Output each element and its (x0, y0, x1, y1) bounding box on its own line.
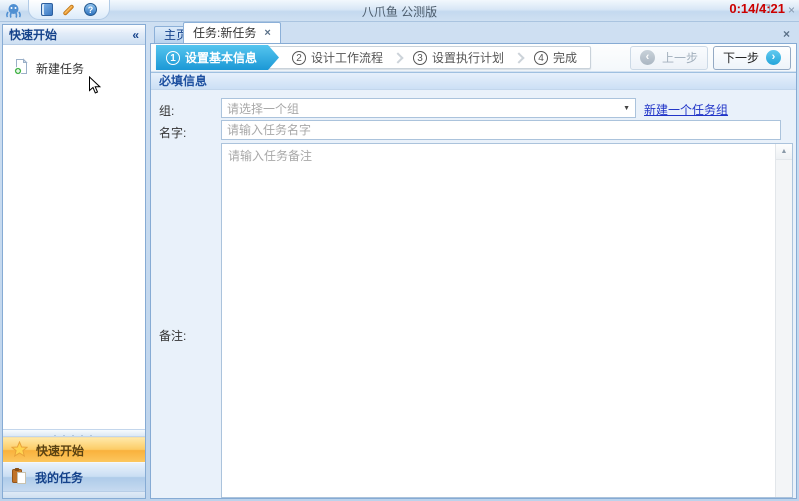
new-group-link[interactable]: 新建一个任务组 (644, 101, 728, 118)
sidebar: 快速开始 « 新建任务 . . . . . 快速开始 (2, 24, 146, 499)
prev-arrow-icon: ‹ (640, 50, 655, 65)
task-note-textarea[interactable] (222, 144, 792, 497)
group-select-placeholder: 请选择一个组 (227, 100, 299, 117)
clipboard-icon (11, 467, 27, 487)
nav-mytasks-label: 我的任务 (35, 469, 83, 486)
step-3-label: 设置执行计划 (432, 49, 504, 66)
collapse-icon[interactable]: « (132, 28, 139, 42)
wizard-step-1[interactable]: 1 设置基本信息 (156, 45, 279, 70)
tab-close-icon[interactable]: × (264, 23, 270, 43)
new-task-item[interactable]: 新建任务 (3, 55, 145, 81)
wizard-nav-buttons: ‹ 上一步 下一步 › (630, 46, 791, 70)
nav-item-mytasks[interactable]: 我的任务 (3, 462, 145, 491)
pencil-icon[interactable] (62, 3, 74, 15)
tabbar-close-icon[interactable]: × (783, 27, 790, 41)
tab-new-task[interactable]: 任务:新任务 × (183, 22, 281, 43)
step-1-label: 设置基本信息 (185, 49, 257, 66)
help-icon[interactable]: ? (84, 3, 97, 16)
next-step-label: 下一步 (723, 49, 759, 66)
name-label: 名字: (159, 124, 217, 141)
task-note-wrap: ▲ (221, 143, 793, 498)
sidebar-header-title: 快速开始 (9, 26, 57, 43)
notebook-icon[interactable] (41, 3, 53, 16)
window-title: 八爪鱼 公测版 (0, 3, 799, 20)
step-1-number: 1 (166, 51, 180, 65)
prev-step-button[interactable]: ‹ 上一步 (630, 46, 708, 70)
next-step-button[interactable]: 下一步 › (713, 46, 791, 70)
scroll-up-icon[interactable]: ▲ (776, 144, 792, 160)
nav-item-quickstart[interactable]: 快速开始 (3, 437, 145, 462)
dropdown-arrow-icon: ▼ (623, 105, 630, 112)
nav-quickstart-label: 快速开始 (36, 442, 84, 459)
textarea-scrollbar[interactable]: ▲ (775, 144, 792, 497)
wizard-steps: 1 设置基本信息 2 设计工作流程 3 设置执行计划 4 完成 (156, 46, 591, 69)
tab-new-task-label: 任务:新任务 (193, 23, 256, 43)
new-task-label: 新建任务 (36, 60, 84, 77)
section-header: 必填信息 (151, 72, 796, 90)
main-panel: 1 设置基本信息 2 设计工作流程 3 设置执行计划 4 完成 ‹ 上一步 (150, 43, 797, 499)
wizard-step-3[interactable]: 3 设置执行计划 (400, 46, 517, 69)
tab-bar: 主页 任务:新任务 × × (150, 22, 797, 43)
step-3-number: 3 (413, 51, 427, 65)
task-name-input[interactable] (221, 120, 781, 140)
sidebar-content: 新建任务 (3, 45, 145, 429)
form-content: 必填信息 组: 请选择一个组 ▼ 新建一个任务组 名字: 备注: ▲ (151, 71, 796, 498)
trial-timer: 0:14/4:21 (729, 1, 785, 16)
sidebar-header: 快速开始 « (3, 25, 145, 45)
group-label: 组: (159, 102, 217, 119)
next-arrow-icon: › (766, 50, 781, 65)
quick-toolbar: ? (28, 0, 110, 20)
wizard-step-2[interactable]: 2 设计工作流程 (279, 46, 396, 69)
step-4-label: 完成 (553, 49, 577, 66)
window-close-button[interactable]: × (788, 3, 795, 17)
step-4-number: 4 (534, 51, 548, 65)
star-icon (11, 441, 28, 460)
wizard-bar: 1 设置基本信息 2 设计工作流程 3 设置执行计划 4 完成 ‹ 上一步 (151, 44, 796, 71)
app-logo-icon (5, 3, 22, 21)
step-2-label: 设计工作流程 (311, 49, 383, 66)
prev-step-label: 上一步 (662, 49, 698, 66)
group-select[interactable]: 请选择一个组 ▼ (221, 98, 636, 118)
step-2-number: 2 (292, 51, 306, 65)
wizard-step-4[interactable]: 4 完成 (521, 46, 590, 69)
title-bar: ? 八爪鱼 公测版 – ❐ 0:14/4:21 × (0, 0, 799, 22)
note-label: 备注: (159, 327, 217, 344)
splitter-grip[interactable]: . . . . . (3, 429, 145, 437)
new-task-icon (13, 58, 29, 78)
sidebar-bottom-strip (3, 491, 145, 498)
